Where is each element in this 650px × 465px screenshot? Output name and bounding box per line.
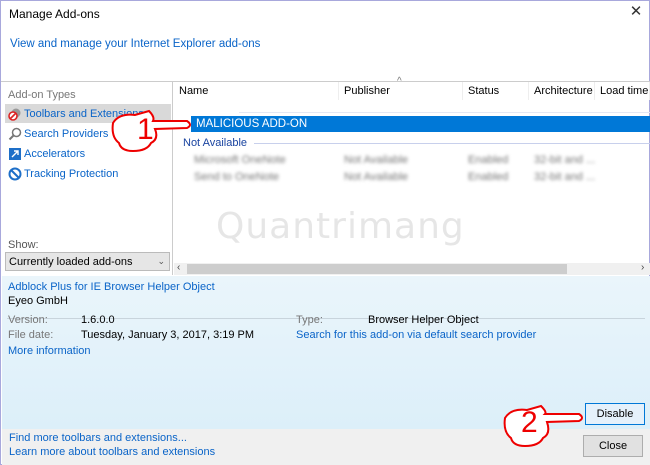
row-name: Send to OneNote — [194, 171, 280, 183]
manage-addons-window: Manage Add-ons ✕ View and manage your In… — [0, 0, 650, 465]
group-divider — [254, 143, 650, 144]
more-information-link[interactable]: More information — [8, 345, 91, 357]
show-label: Show: — [8, 239, 39, 251]
horizontal-scrollbar[interactable]: ‹ › — [174, 262, 650, 275]
addon-company: Eyeo GmbH — [8, 295, 68, 307]
type-value: Browser Helper Object — [368, 314, 479, 326]
annotation-number: 1 — [137, 113, 154, 146]
find-more-link[interactable]: Find more toolbars and extensions... — [9, 432, 187, 444]
column-header-status[interactable]: Status — [463, 82, 529, 100]
row-architecture: 32-bit and ... — [534, 171, 596, 183]
version-value: 1.6.0.0 — [81, 314, 115, 326]
pointing-hand-annotation-2: 2 — [501, 404, 583, 450]
addon-name: Adblock Plus for IE Browser Helper Objec… — [8, 281, 215, 293]
sidebar-item-label: Tracking Protection — [24, 167, 119, 180]
window-title: Manage Add-ons — [9, 7, 100, 21]
scroll-left-icon[interactable]: ‹ — [177, 262, 180, 273]
manage-addons-link[interactable]: View and manage your Internet Explorer a… — [10, 38, 260, 50]
magnifier-icon — [8, 127, 22, 141]
learn-more-link[interactable]: Learn more about toolbars and extensions — [9, 446, 215, 458]
close-window-icon[interactable]: ✕ — [627, 3, 645, 21]
sidebar-item-tracking-protection[interactable]: Tracking Protection — [5, 164, 171, 183]
column-header-architecture[interactable]: Architecture — [529, 82, 595, 100]
pointing-hand-annotation-1: 1 — [109, 109, 191, 155]
column-header-name[interactable]: Name — [174, 82, 339, 100]
show-dropdown[interactable]: Currently loaded add-ons ⌄ — [5, 252, 170, 271]
addon-types-label: Add-on Types — [8, 89, 76, 101]
chevron-down-icon: ⌄ — [157, 256, 165, 266]
version-label: Version: — [8, 314, 48, 326]
row-status: Enabled — [468, 171, 509, 183]
file-date-label: File date: — [8, 329, 54, 341]
row-architecture: 32-bit and ... — [534, 154, 596, 166]
column-header-load-time[interactable]: Load time — [595, 82, 650, 100]
sidebar-item-label: Accelerators — [24, 147, 86, 160]
sort-ascending-icon: ^ — [397, 76, 402, 87]
watermark: Quantrimang — [216, 206, 465, 247]
no-sign-icon — [8, 167, 22, 181]
group-header: Not Available — [183, 137, 248, 149]
scrollbar-thumb[interactable] — [187, 264, 567, 274]
type-label: Type: — [296, 314, 323, 326]
gear-blocked-icon — [8, 107, 22, 121]
annotation-number: 2 — [521, 406, 538, 439]
row-name: Microsoft OneNote — [194, 154, 286, 166]
row-status: Enabled — [468, 154, 509, 166]
close-button[interactable]: Close — [583, 435, 643, 457]
row-publisher: Not Available — [344, 171, 409, 183]
sidebar-item-label: Search Providers — [24, 127, 109, 140]
accelerator-icon — [8, 147, 22, 161]
file-date-value: Tuesday, January 3, 2017, 3:19 PM — [81, 329, 255, 341]
divider — [239, 112, 650, 113]
search-addon-link[interactable]: Search for this add-on via default searc… — [296, 329, 536, 341]
row-publisher: Not Available — [344, 154, 409, 166]
selected-addon-row[interactable]: MALICIOUS ADD-ON — [191, 116, 650, 132]
scroll-right-icon[interactable]: › — [641, 262, 644, 273]
disable-button[interactable]: Disable — [585, 403, 645, 425]
show-dropdown-value: Currently loaded add-ons — [9, 255, 133, 268]
